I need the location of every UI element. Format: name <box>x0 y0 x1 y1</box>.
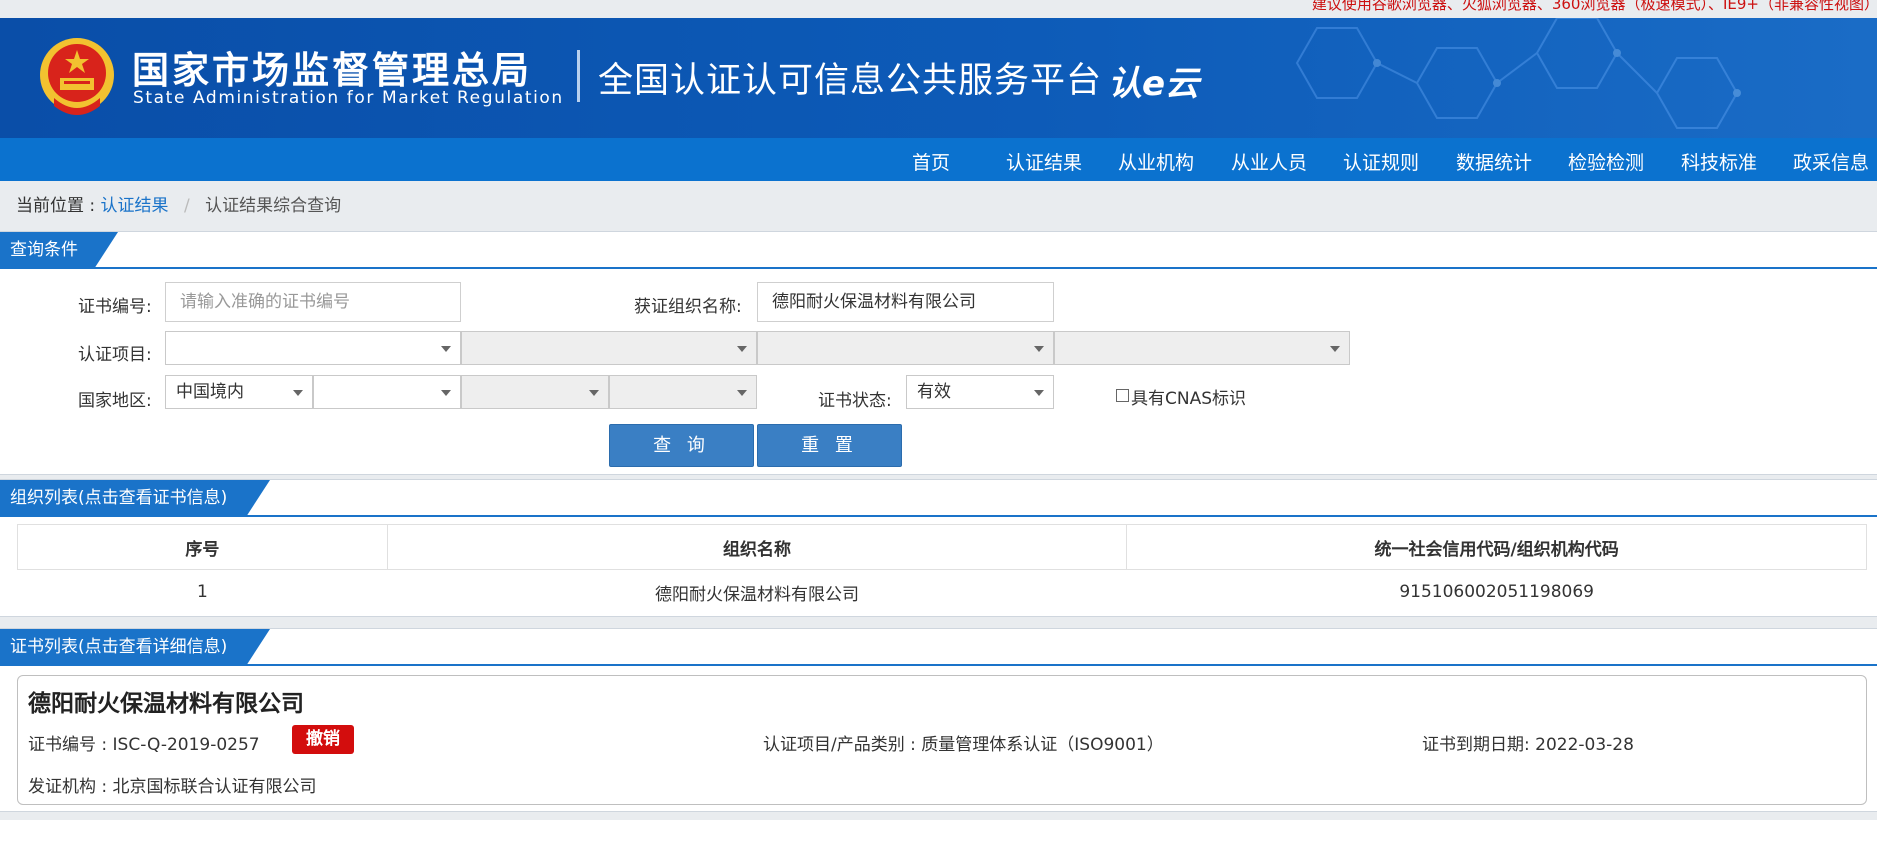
nav-procurement[interactable]: 政采信息 <box>1793 148 1869 175</box>
col-header-credit-code: 统一社会信用代码/组织机构代码 <box>1126 524 1867 570</box>
chevron-down-icon <box>589 390 599 396</box>
cert-list-panel-title: 证书列表(点击查看详细信息) <box>0 629 270 666</box>
cert-card[interactable]: 德阳耐火保温材料有限公司 证书编号 : ISC-Q-2019-0257 撤销 认… <box>17 675 1867 805</box>
nav-cert-results[interactable]: 认证结果 <box>1006 148 1082 175</box>
project-select-2[interactable] <box>461 331 757 365</box>
row-credit-code: 915106002051198069 <box>1399 582 1594 603</box>
chevron-down-icon <box>1330 346 1340 352</box>
reset-button[interactable]: 重 置 <box>757 424 902 467</box>
breadcrumb-current: 认证结果综合查询 <box>205 196 342 216</box>
national-emblem-icon <box>40 38 114 115</box>
org-list-panel-title: 组织列表(点击查看证书信息) <box>0 480 270 517</box>
cert-list-panel: 证书列表(点击查看详细信息) 德阳耐火保温材料有限公司 证书编号 : ISC-Q… <box>0 628 1877 812</box>
brand-logo: 认e云 <box>1108 64 1200 104</box>
org-list-panel-header: 组织列表(点击查看证书信息) <box>0 480 1877 517</box>
org-name-cn: 国家市场监督管理总局 <box>132 49 532 92</box>
nav-personnel[interactable]: 从业人员 <box>1231 148 1307 175</box>
nav-cert-rules[interactable]: 认证规则 <box>1343 148 1419 175</box>
main-nav: 首页 认证结果 从业机构 从业人员 认证规则 数据统计 检验检测 科技标准 政采… <box>0 138 1877 181</box>
org-table-header-row: 序号 组织名称 统一社会信用代码/组织机构代码 <box>17 524 1867 570</box>
status-select[interactable]: 有效 <box>906 375 1054 409</box>
region-select-province[interactable] <box>313 375 461 409</box>
chevron-down-icon <box>441 390 451 396</box>
nav-inspection[interactable]: 检验检测 <box>1568 148 1644 175</box>
cert-project: 认证项目/产品类别 : 质量管理体系认证（ISO9001） <box>763 735 1164 755</box>
cnas-checkbox[interactable]: 具有CNAS标识 <box>1116 384 1246 409</box>
nav-statistics[interactable]: 数据统计 <box>1456 148 1532 175</box>
status-label: 证书状态: <box>818 391 892 411</box>
status-badge: 撤销 <box>292 725 354 754</box>
query-panel-title: 查询条件 <box>0 232 118 269</box>
cert-org-name: 德阳耐火保温材料有限公司 <box>28 691 304 717</box>
project-select-4[interactable] <box>1054 331 1350 365</box>
breadcrumb-link-cert-results[interactable]: 认证结果 <box>101 196 169 216</box>
region-select-district[interactable] <box>609 375 757 409</box>
hex-pattern-decoration <box>1295 18 1741 129</box>
query-panel-header: 查询条件 <box>0 232 1877 269</box>
nav-standards[interactable]: 科技标准 <box>1681 148 1757 175</box>
chevron-down-icon <box>737 346 747 352</box>
row-index: 1 <box>196 582 208 603</box>
col-header-index: 序号 <box>17 524 388 570</box>
cert-no-label: 证书编号: <box>78 297 152 317</box>
org-list-panel: 组织列表(点击查看证书信息) 序号 组织名称 统一社会信用代码/组织机构代码 1… <box>0 479 1877 617</box>
chevron-down-icon <box>293 390 303 396</box>
search-button[interactable]: 查 询 <box>609 424 754 467</box>
table-row[interactable]: 1 德阳耐火保温材料有限公司 915106002051198069 <box>18 570 1867 615</box>
org-name-input[interactable]: 德阳耐火保温材料有限公司 <box>757 282 1054 322</box>
col-header-org-name: 组织名称 <box>386 524 1128 570</box>
region-select-country[interactable]: 中国境内 <box>165 375 313 409</box>
header-banner: 国家市场监督管理总局 State Administration for Mark… <box>0 18 1877 138</box>
breadcrumb: 当前位置 : 认证结果 / 认证结果综合查询 <box>16 191 341 216</box>
cert-no-input[interactable]: 请输入准确的证书编号 <box>165 282 461 322</box>
chevron-down-icon <box>737 390 747 396</box>
project-label: 认证项目: <box>78 345 152 365</box>
cert-number: 证书编号 : ISC-Q-2019-0257 <box>28 735 260 755</box>
header-divider <box>577 50 580 102</box>
nav-institutions[interactable]: 从业机构 <box>1118 148 1194 175</box>
project-select-3[interactable] <box>757 331 1054 365</box>
breadcrumb-prefix: 当前位置 : <box>16 196 96 216</box>
org-table: 序号 组织名称 统一社会信用代码/组织机构代码 1 德阳耐火保温材料有限公司 9… <box>17 524 1867 615</box>
row-org-name[interactable]: 德阳耐火保温材料有限公司 <box>387 570 1127 615</box>
project-select-1[interactable] <box>165 331 461 365</box>
platform-title: 全国认证认可信息公共服务平台 <box>598 61 1103 101</box>
cnas-label: 具有CNAS标识 <box>1131 389 1247 409</box>
cert-issuer: 发证机构 : 北京国标联合认证有限公司 <box>28 777 317 797</box>
chevron-down-icon <box>441 346 451 352</box>
query-panel: 查询条件 证书编号: 请输入准确的证书编号 获证组织名称: 德阳耐火保温材料有限… <box>0 231 1877 475</box>
nav-home[interactable]: 首页 <box>912 148 950 175</box>
browser-notice: 建议使用谷歌浏览器、火狐浏览器、360浏览器（极速模式）、IE9+（非兼容性视图… <box>0 0 1877 18</box>
region-select-city[interactable] <box>461 375 609 409</box>
cert-list-panel-header: 证书列表(点击查看详细信息) <box>0 629 1877 666</box>
org-name-label: 获证组织名称: <box>634 297 742 317</box>
org-name-en: State Administration for Market Regulati… <box>133 88 564 108</box>
cert-expiry: 证书到期日期: 2022-03-28 <box>1422 735 1634 755</box>
footer-strip <box>0 820 1877 844</box>
status-value: 有效 <box>917 382 951 402</box>
chevron-down-icon <box>1034 346 1044 352</box>
region-label: 国家地区: <box>78 391 152 411</box>
checkbox-icon[interactable] <box>1116 389 1129 402</box>
region-value: 中国境内 <box>176 382 244 402</box>
chevron-down-icon <box>1034 390 1044 396</box>
breadcrumb-separator: / <box>183 196 190 216</box>
